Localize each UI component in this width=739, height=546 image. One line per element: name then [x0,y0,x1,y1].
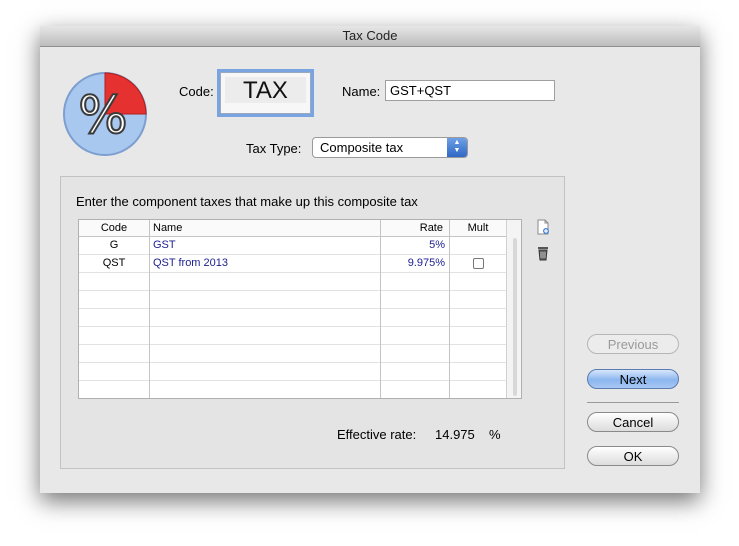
cell-code: G [109,239,119,251]
column-divider [149,220,150,398]
table-row[interactable] [79,327,521,345]
cell-rate: 9.975% [407,257,445,269]
trash-icon[interactable] [536,245,550,261]
column-divider [380,220,381,398]
component-taxes-table: Code Name Rate Mult G GST 5% QST QST fro… [78,219,522,399]
column-divider [449,220,450,398]
table-row[interactable] [79,381,521,398]
instruction-text: Enter the component taxes that make up t… [76,194,418,209]
table-row[interactable] [79,309,521,327]
name-field[interactable]: GST+QST [385,80,555,101]
select-arrows-icon: ▲ ▼ [447,138,467,157]
cell-rate: 5% [429,239,445,251]
next-button[interactable]: Next [587,369,679,389]
button-separator [587,402,679,403]
effective-rate-label: Effective rate: [337,427,417,442]
scrollbar-thumb[interactable] [513,238,517,396]
table-row[interactable]: G GST 5% [79,237,521,255]
table-row[interactable] [79,273,521,291]
tax-type-select[interactable]: Composite tax ▲ ▼ [312,137,468,158]
tax-type-value: Composite tax [320,140,404,155]
cell-code: QST [102,257,126,269]
previous-button[interactable]: Previous [587,334,679,354]
code-field[interactable]: TAX [220,72,311,114]
table-row[interactable] [79,291,521,309]
code-label: Code: [179,84,214,99]
column-header-code[interactable]: Code [79,220,149,236]
ok-button[interactable]: OK [587,446,679,466]
window-title: Tax Code [40,26,700,47]
table-row[interactable] [79,345,521,363]
add-row-icon[interactable] [536,219,550,235]
cancel-button[interactable]: Cancel [587,412,679,432]
code-value: TAX [243,77,288,104]
percent-pie-icon: % [63,72,147,156]
cell-name: GST [153,239,176,251]
column-header-rate[interactable]: Rate [381,220,443,236]
table-row[interactable]: QST QST from 2013 9.975% [79,255,521,273]
cell-name: QST from 2013 [153,257,228,269]
effective-rate-unit: % [489,427,501,442]
tax-code-window: Tax Code % Code: TAX Name: GST+QST Tax T… [40,26,700,493]
mult-checkbox[interactable] [472,257,484,269]
column-header-name[interactable]: Name [153,220,182,236]
effective-rate-value: 14.975 [435,427,475,442]
table-row[interactable] [79,363,521,381]
cell-mult [450,255,506,271]
table-header: Code Name Rate Mult [79,220,521,237]
tax-type-label: Tax Type: [246,141,302,156]
column-header-mult[interactable]: Mult [450,220,506,236]
svg-text:%: % [78,86,127,146]
name-label: Name: [342,84,381,99]
